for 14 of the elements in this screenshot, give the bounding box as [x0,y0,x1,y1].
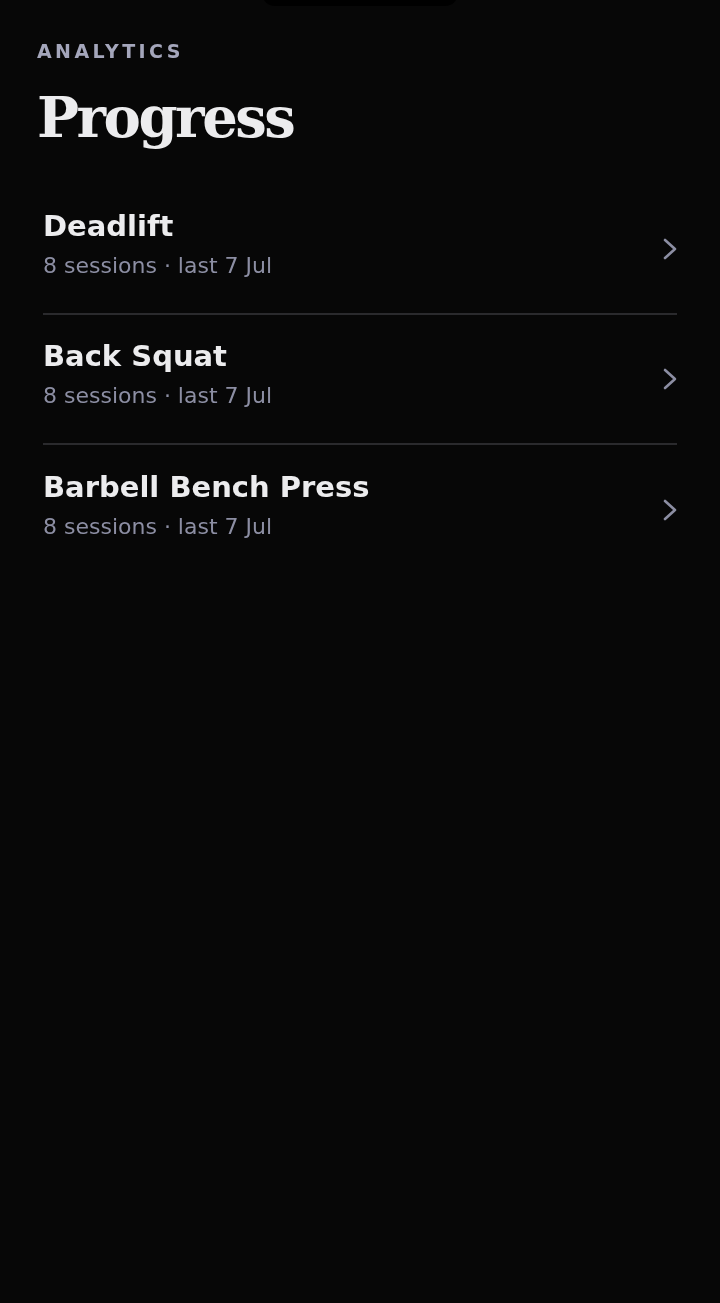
page-title: Progress [37,85,294,149]
exercise-name: Barbell Bench Press [43,469,370,505]
exercise-summary: 8 sessions · last 7 Jul [43,252,273,280]
section-eyebrow: ANALYTICS [37,39,184,63]
chevron-right-icon [663,238,677,260]
exercise-summary: 8 sessions · last 7 Jul [43,513,274,541]
chevron-right-icon [663,368,677,390]
exercise-row[interactable]: Back Squat 8 sessions · last 7 Jul [43,315,677,445]
exercise-name: Back Squat [43,338,228,374]
chevron-right-icon [663,499,677,521]
exercise-summary: 8 sessions · last 7 Jul [43,382,273,410]
exercise-row[interactable]: Barbell Bench Press 8 sessions · last 7 Jul [43,445,677,575]
exercise-row[interactable]: Deadlift 8 sessions · last 7 Jul [43,185,677,315]
exercise-name: Deadlift [43,208,175,244]
